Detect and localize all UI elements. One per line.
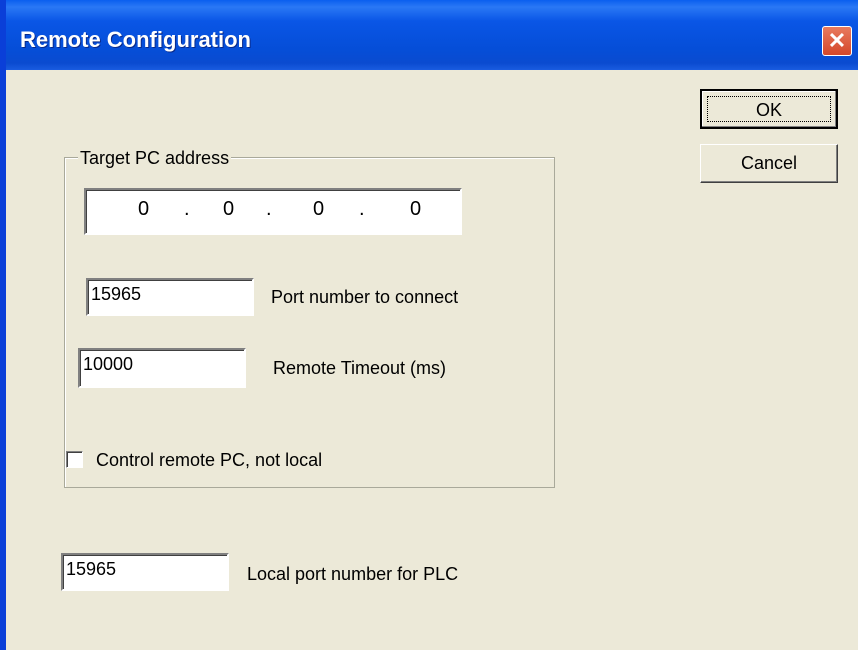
ip-dot-2: . [266,198,272,220]
ip-octet-1[interactable]: 0 [138,196,149,222]
remote-timeout-label: Remote Timeout (ms) [273,358,447,378]
dialog-client-area: OK Cancel Target PC address 0 . 0 . 0 . … [6,70,858,650]
local-port-label: Local port number for PLC [247,564,459,584]
cancel-button[interactable]: Cancel [700,144,838,183]
ip-dot-3: . [359,198,365,220]
ip-octet-4[interactable]: 0 [410,196,421,222]
control-remote-checkbox[interactable] [66,451,83,468]
remote-timeout-input[interactable]: 10000 [78,348,246,388]
local-port-input[interactable]: 15965 [61,553,229,591]
ip-dot-1: . [184,198,190,220]
target-pc-legend: Target PC address [78,148,232,169]
title-bar[interactable]: Remote Configuration ✕ [0,0,858,70]
ok-button-label: OK [707,96,831,122]
port-number-input[interactable]: 15965 [86,278,254,316]
control-remote-label[interactable]: Control remote PC, not local [96,450,322,471]
ip-address-input[interactable]: 0 . 0 . 0 . 0 [84,188,462,235]
ok-button[interactable]: OK [700,89,838,129]
ip-octet-2[interactable]: 0 [223,196,234,222]
close-button[interactable]: ✕ [822,26,852,56]
window-title: Remote Configuration [20,27,251,52]
port-number-label: Port number to connect [271,287,459,307]
close-icon: ✕ [827,28,847,53]
ip-octet-3[interactable]: 0 [313,196,324,222]
